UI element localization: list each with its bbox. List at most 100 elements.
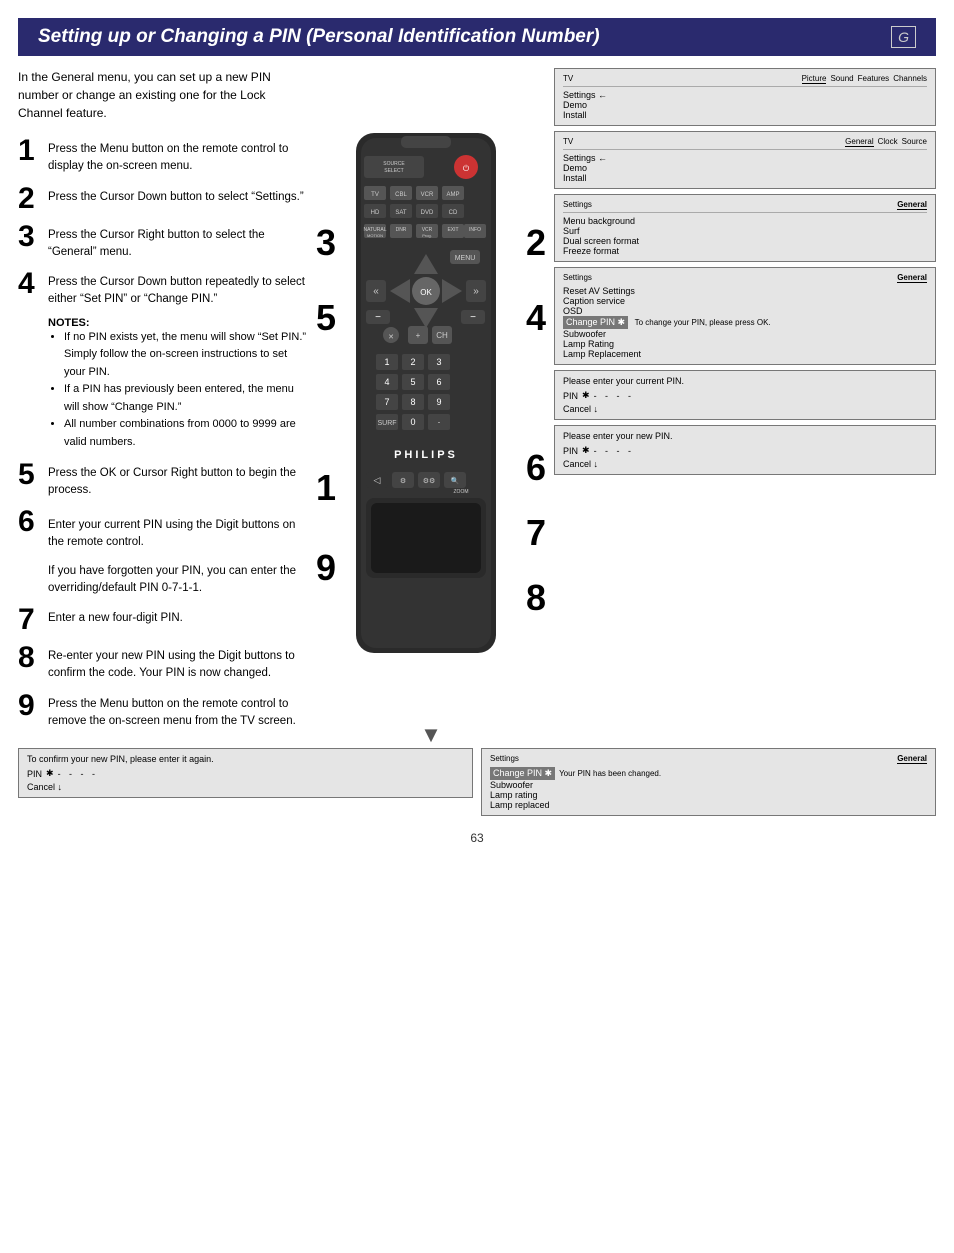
overlay-step-8: 8: [526, 578, 546, 618]
screen1-demo: Demo: [563, 100, 607, 110]
page-title: Setting up or Changing a PIN (Personal I…: [38, 26, 600, 48]
screen1-tab-picture: Picture: [802, 74, 827, 84]
screen-3-box: Settings General Menu background Surf Du…: [554, 194, 936, 262]
step-5-text: Press the OK or Cursor Right button to b…: [48, 460, 308, 500]
svg-text:5: 5: [410, 377, 415, 387]
screen6-cancel: Cancel ↓: [563, 459, 927, 469]
svg-text:2: 2: [410, 357, 415, 367]
screen2-install: Install: [563, 173, 927, 183]
svg-text:0: 0: [410, 417, 415, 427]
svg-text:3: 3: [436, 357, 441, 367]
screen8-change-pin: Change PIN ✱: [490, 767, 555, 780]
svg-text:SURF: SURF: [377, 420, 396, 427]
screen3-dual: Dual screen format: [563, 236, 927, 246]
page-container: Setting up or Changing a PIN (Personal I…: [0, 18, 954, 1253]
screen-7-box: To confirm your new PIN, please enter it…: [18, 748, 473, 798]
screen5-cancel: Cancel ↓: [563, 404, 927, 414]
screen8-settings-label: Settings: [490, 754, 519, 764]
step-1-text: Press the Menu button on the remote cont…: [48, 136, 308, 176]
svg-text:⚙⚙: ⚙⚙: [423, 477, 436, 485]
step-2-text: Press the Cursor Down button to select “…: [48, 184, 304, 206]
step-9-number: 9: [18, 691, 42, 721]
screen5-pin-label: PIN: [563, 391, 578, 401]
screen8-spacer: [523, 754, 893, 764]
svg-text:HD: HD: [371, 210, 380, 216]
screen7-cancel: Cancel ↓: [27, 782, 464, 792]
instructions-column: In the General menu, you can set up a ne…: [18, 68, 308, 748]
down-arrow: ▼: [420, 722, 442, 748]
step-6-text-b: If you have forgotten your PIN, you can …: [48, 558, 308, 598]
screen8-subwoofer: Subwoofer: [490, 780, 927, 790]
svg-text:·: ·: [438, 417, 441, 427]
screen8-lamp-rating: Lamp rating: [490, 790, 927, 800]
step-8-number: 8: [18, 643, 42, 673]
screen4-lamp-rating: Lamp Rating: [563, 339, 927, 349]
svg-text:⚙: ⚙: [400, 477, 406, 485]
screen2-tab-clock: Clock: [878, 137, 898, 147]
screen2-demo: Demo: [563, 163, 927, 173]
note-2: If a PIN has previously been entered, th…: [64, 381, 308, 416]
screen8-general-label: General: [897, 754, 927, 764]
svg-text:INFO: INFO: [469, 227, 481, 233]
svg-text:»: »: [473, 286, 479, 297]
step-9: 9 Press the Menu button on the remote co…: [18, 691, 308, 731]
header-letter: G: [891, 26, 916, 48]
screen7-pin-label: PIN: [27, 769, 42, 779]
svg-text:🔍: 🔍: [451, 476, 460, 485]
svg-text:OK: OK: [420, 288, 432, 297]
screen3-tab-general: General: [897, 200, 927, 210]
svg-text:SOURCE: SOURCE: [383, 161, 405, 167]
screen3-surf: Surf: [563, 226, 927, 236]
screen4-note: To change your PIN, please press OK.: [635, 318, 771, 327]
screen5-dashes: - - - -: [594, 391, 635, 401]
step-8-text: Re-enter your new PIN using the Digit bu…: [48, 643, 308, 683]
svg-text:Prog.: Prog.: [422, 233, 432, 238]
svg-text:DNR: DNR: [396, 227, 407, 233]
screen-2-box: TV General Clock Source Settings ← Demo …: [554, 131, 936, 189]
screen3-settings-label: Settings: [563, 200, 592, 210]
svg-text:4: 4: [384, 377, 389, 387]
center-column: SOURCE SELECT ⏻ TV CBL VCR AMP: [316, 68, 546, 748]
page-number: 63: [0, 831, 954, 855]
screen6-pin-label: PIN: [563, 446, 578, 456]
svg-text:−: −: [470, 312, 476, 323]
step-1-number: 1: [18, 136, 42, 166]
svg-text:MENU: MENU: [455, 255, 476, 262]
svg-text:VCR: VCR: [421, 192, 434, 198]
step-3-number: 3: [18, 222, 42, 252]
step-5-number: 5: [18, 460, 42, 490]
screens-column: TV Picture Sound Features Channels Setti…: [554, 68, 936, 748]
screen4-general-label: General: [897, 273, 927, 283]
step-7: 7 Enter a new four-digit PIN.: [18, 605, 308, 635]
screen2-tab-source: Source: [902, 137, 927, 147]
svg-text:TV: TV: [371, 192, 379, 198]
screen5-label: Please enter your current PIN.: [563, 376, 927, 386]
screen3-spacer: [596, 200, 893, 210]
svg-text:9: 9: [436, 397, 441, 407]
svg-text:1: 1: [384, 357, 389, 367]
screen1-tab-channels: Channels: [893, 74, 927, 84]
notes-list: If no PIN exists yet, the menu will show…: [48, 329, 308, 452]
svg-text:SELECT: SELECT: [384, 168, 403, 174]
screen7-icon: ✱: [46, 768, 54, 779]
screen8-lamp-replaced: Lamp replaced: [490, 800, 927, 810]
bottom-right-screen: Settings General Change PIN ✱ Your PIN h…: [481, 748, 936, 821]
screen2-settings: Settings ←: [563, 153, 927, 163]
screen-5-box: Please enter your current PIN. PIN ✱ - -…: [554, 370, 936, 420]
step-3: 3 Press the Cursor Right button to selec…: [18, 222, 308, 262]
overlay-step-7: 7: [526, 513, 546, 553]
step-2-number: 2: [18, 184, 42, 214]
screen1-settings: Settings ←: [563, 90, 607, 100]
screen4-lamp-replacement: Lamp Replacement: [563, 349, 927, 359]
step-4-text: Press the Cursor Down button repeatedly …: [48, 269, 308, 309]
screen7-dashes: - - - -: [58, 769, 99, 779]
step-6-text-a: Enter your current PIN using the Digit b…: [48, 512, 308, 552]
svg-text:◁: ◁: [374, 475, 381, 485]
screen1-tab-sound: Sound: [830, 74, 853, 84]
screen4-osd: OSD: [563, 306, 927, 316]
screen2-tab-general: General: [845, 137, 873, 147]
overlay-step-3: 3: [316, 223, 336, 263]
remote-control-svg: SOURCE SELECT ⏻ TV CBL VCR AMP: [346, 128, 506, 688]
overlay-step-1: 1: [316, 468, 336, 508]
svg-text:✕: ✕: [388, 334, 394, 341]
